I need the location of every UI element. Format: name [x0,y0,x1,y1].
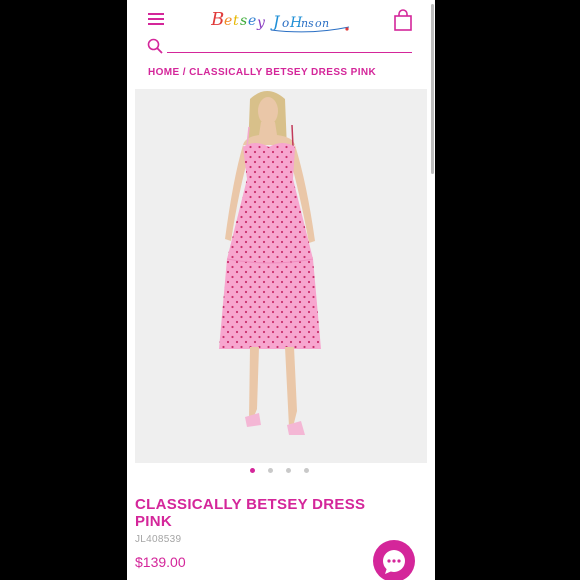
logo-letter: s [240,13,247,29]
product-sku: JL408539 [135,534,182,545]
logo-dot [345,27,349,31]
product-image[interactable] [135,89,427,463]
product-title: CLASSICALLY BETSEY DRESS PINK [135,496,366,530]
breadcrumb-separator: / [179,67,190,78]
chat-button[interactable] [373,540,415,580]
logo-word: o [315,17,322,30]
breadcrumb-home-link[interactable]: HOME [148,67,180,78]
breadcrumb-current: CLASSICALLY BETSEY DRESS PINK [189,67,377,78]
chat-bubble-icon [383,550,405,574]
site-header: B e t s e y J o H n s o n [127,0,427,62]
logo-word: o [282,16,289,30]
logo-word: s [308,17,314,30]
gallery-pagination [127,466,435,476]
logo-letter: e [224,13,232,29]
brand-logo[interactable]: B e t s e y J o H n s o n [211,5,351,35]
logo-letter: J [270,12,281,31]
gallery-dot-4[interactable] [304,468,309,473]
hamburger-menu-icon[interactable] [148,13,164,25]
product-price: $139.00 [135,554,186,570]
model-left-leg [249,347,259,419]
search-icon[interactable] [147,38,163,54]
search-underline [167,52,412,53]
logo-letter: y [256,15,266,31]
product-photo [219,91,321,435]
scrollbar[interactable] [431,4,434,174]
logo-letter: B [211,9,224,30]
gallery-dot-2[interactable] [268,468,273,473]
logo-letter: t [233,13,239,29]
mobile-viewport: B e t s e y J o H n s o n HOME / CLASSIC… [127,0,435,580]
model-face [258,97,278,125]
breadcrumb: HOME / CLASSICALLY BETSEY DRESS PINK [148,67,376,78]
model-left-shoe [245,413,261,427]
shopping-bag-icon[interactable] [394,9,412,31]
logo-letter: e [248,13,256,29]
logo-word: n [322,17,329,30]
gallery-dot-1[interactable] [250,468,255,473]
gallery-dot-3[interactable] [286,468,291,473]
model-right-leg [285,347,297,427]
search-input[interactable] [167,38,412,52]
